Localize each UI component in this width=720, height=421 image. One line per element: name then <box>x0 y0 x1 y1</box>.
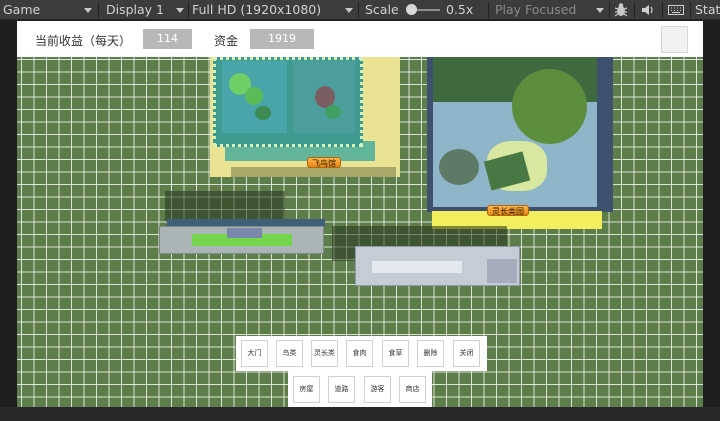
separator <box>634 2 635 18</box>
houses-button[interactable]: 房屋 <box>293 376 320 403</box>
resolution-dropdown[interactable]: Full HD (1920x1080) <box>192 0 342 20</box>
tree-icon <box>325 105 341 119</box>
bird-house-sign: 飞鸟馆 <box>307 157 341 168</box>
speaker-icon <box>642 5 653 15</box>
chevron-down-icon <box>345 8 353 13</box>
view-label: Game <box>3 2 41 17</box>
build-menu-row-2: 房屋 道路 游客 商店 <box>288 371 432 408</box>
income-value: 114 <box>143 29 192 49</box>
stats-label: Stat <box>695 2 720 17</box>
tree-icon <box>245 87 263 105</box>
carnivores-button[interactable]: 食肉 <box>346 340 373 367</box>
building-shadow <box>165 191 285 221</box>
primates-button[interactable]: 灵长类 <box>311 340 338 367</box>
funds-label: 资金 <box>214 34 239 48</box>
stats-button[interactable]: Stat <box>695 0 720 20</box>
debug-toggle[interactable] <box>613 0 631 20</box>
herbivores-button[interactable]: 食草 <box>382 340 409 367</box>
build-menu-row-1: 大门 鸟类 灵长类 食肉 食草 删除 关闭 <box>236 336 487 371</box>
editor-bottom-bar <box>0 407 720 421</box>
mute-audio-toggle[interactable] <box>639 0 659 20</box>
shop-window <box>372 261 462 273</box>
play-mode-dropdown[interactable]: Play Focused <box>495 0 595 20</box>
delete-button[interactable]: 删除 <box>417 340 444 367</box>
chevron-down-icon <box>596 8 604 13</box>
play-mode-label: Play Focused <box>495 2 577 17</box>
game-view-toolbar: Game Display 1 Full HD (1920x1080) Scale… <box>0 0 720 20</box>
separator <box>690 2 691 18</box>
display-label: Display 1 <box>106 2 165 17</box>
resolution-label: Full HD (1920x1080) <box>192 2 322 17</box>
scale-label: Scale <box>365 2 399 17</box>
keyboard-icon <box>668 5 684 15</box>
scale-value: 0.5x <box>446 2 474 17</box>
chevron-down-icon <box>84 8 92 13</box>
dead-tree-icon <box>439 149 479 185</box>
tree-icon <box>255 106 271 120</box>
bug-icon <box>614 3 628 17</box>
separator <box>609 2 610 18</box>
separator <box>488 2 489 18</box>
roads-button[interactable]: 道路 <box>328 376 355 403</box>
resource-hud: 当前收益（每天） 114 资金 1919 <box>17 21 703 57</box>
income-label: 当前收益（每天） <box>35 34 132 48</box>
close-button[interactable]: 关闭 <box>453 340 480 367</box>
hud-corner-button[interactable] <box>661 26 688 53</box>
gate-purple-panel <box>227 228 262 238</box>
separator <box>662 2 663 18</box>
tree-icon <box>512 69 587 144</box>
view-dropdown[interactable]: Game <box>3 0 83 20</box>
shop-annex <box>487 259 517 283</box>
shops-button[interactable]: 商店 <box>399 376 426 403</box>
separator <box>188 2 189 18</box>
shortcuts-toggle[interactable] <box>667 0 687 20</box>
separator <box>98 2 99 18</box>
primate-enclosure-sign: 灵长类园 <box>487 205 529 216</box>
display-dropdown[interactable]: Display 1 <box>106 0 176 20</box>
separator <box>358 2 359 18</box>
chevron-down-icon <box>176 8 184 13</box>
scale-slider-handle[interactable] <box>406 4 417 15</box>
funds-value: 1919 <box>250 29 314 49</box>
visitors-button[interactable]: 游客 <box>364 376 391 403</box>
gate-button[interactable]: 大门 <box>241 340 268 367</box>
birds-button[interactable]: 鸟类 <box>276 340 303 367</box>
